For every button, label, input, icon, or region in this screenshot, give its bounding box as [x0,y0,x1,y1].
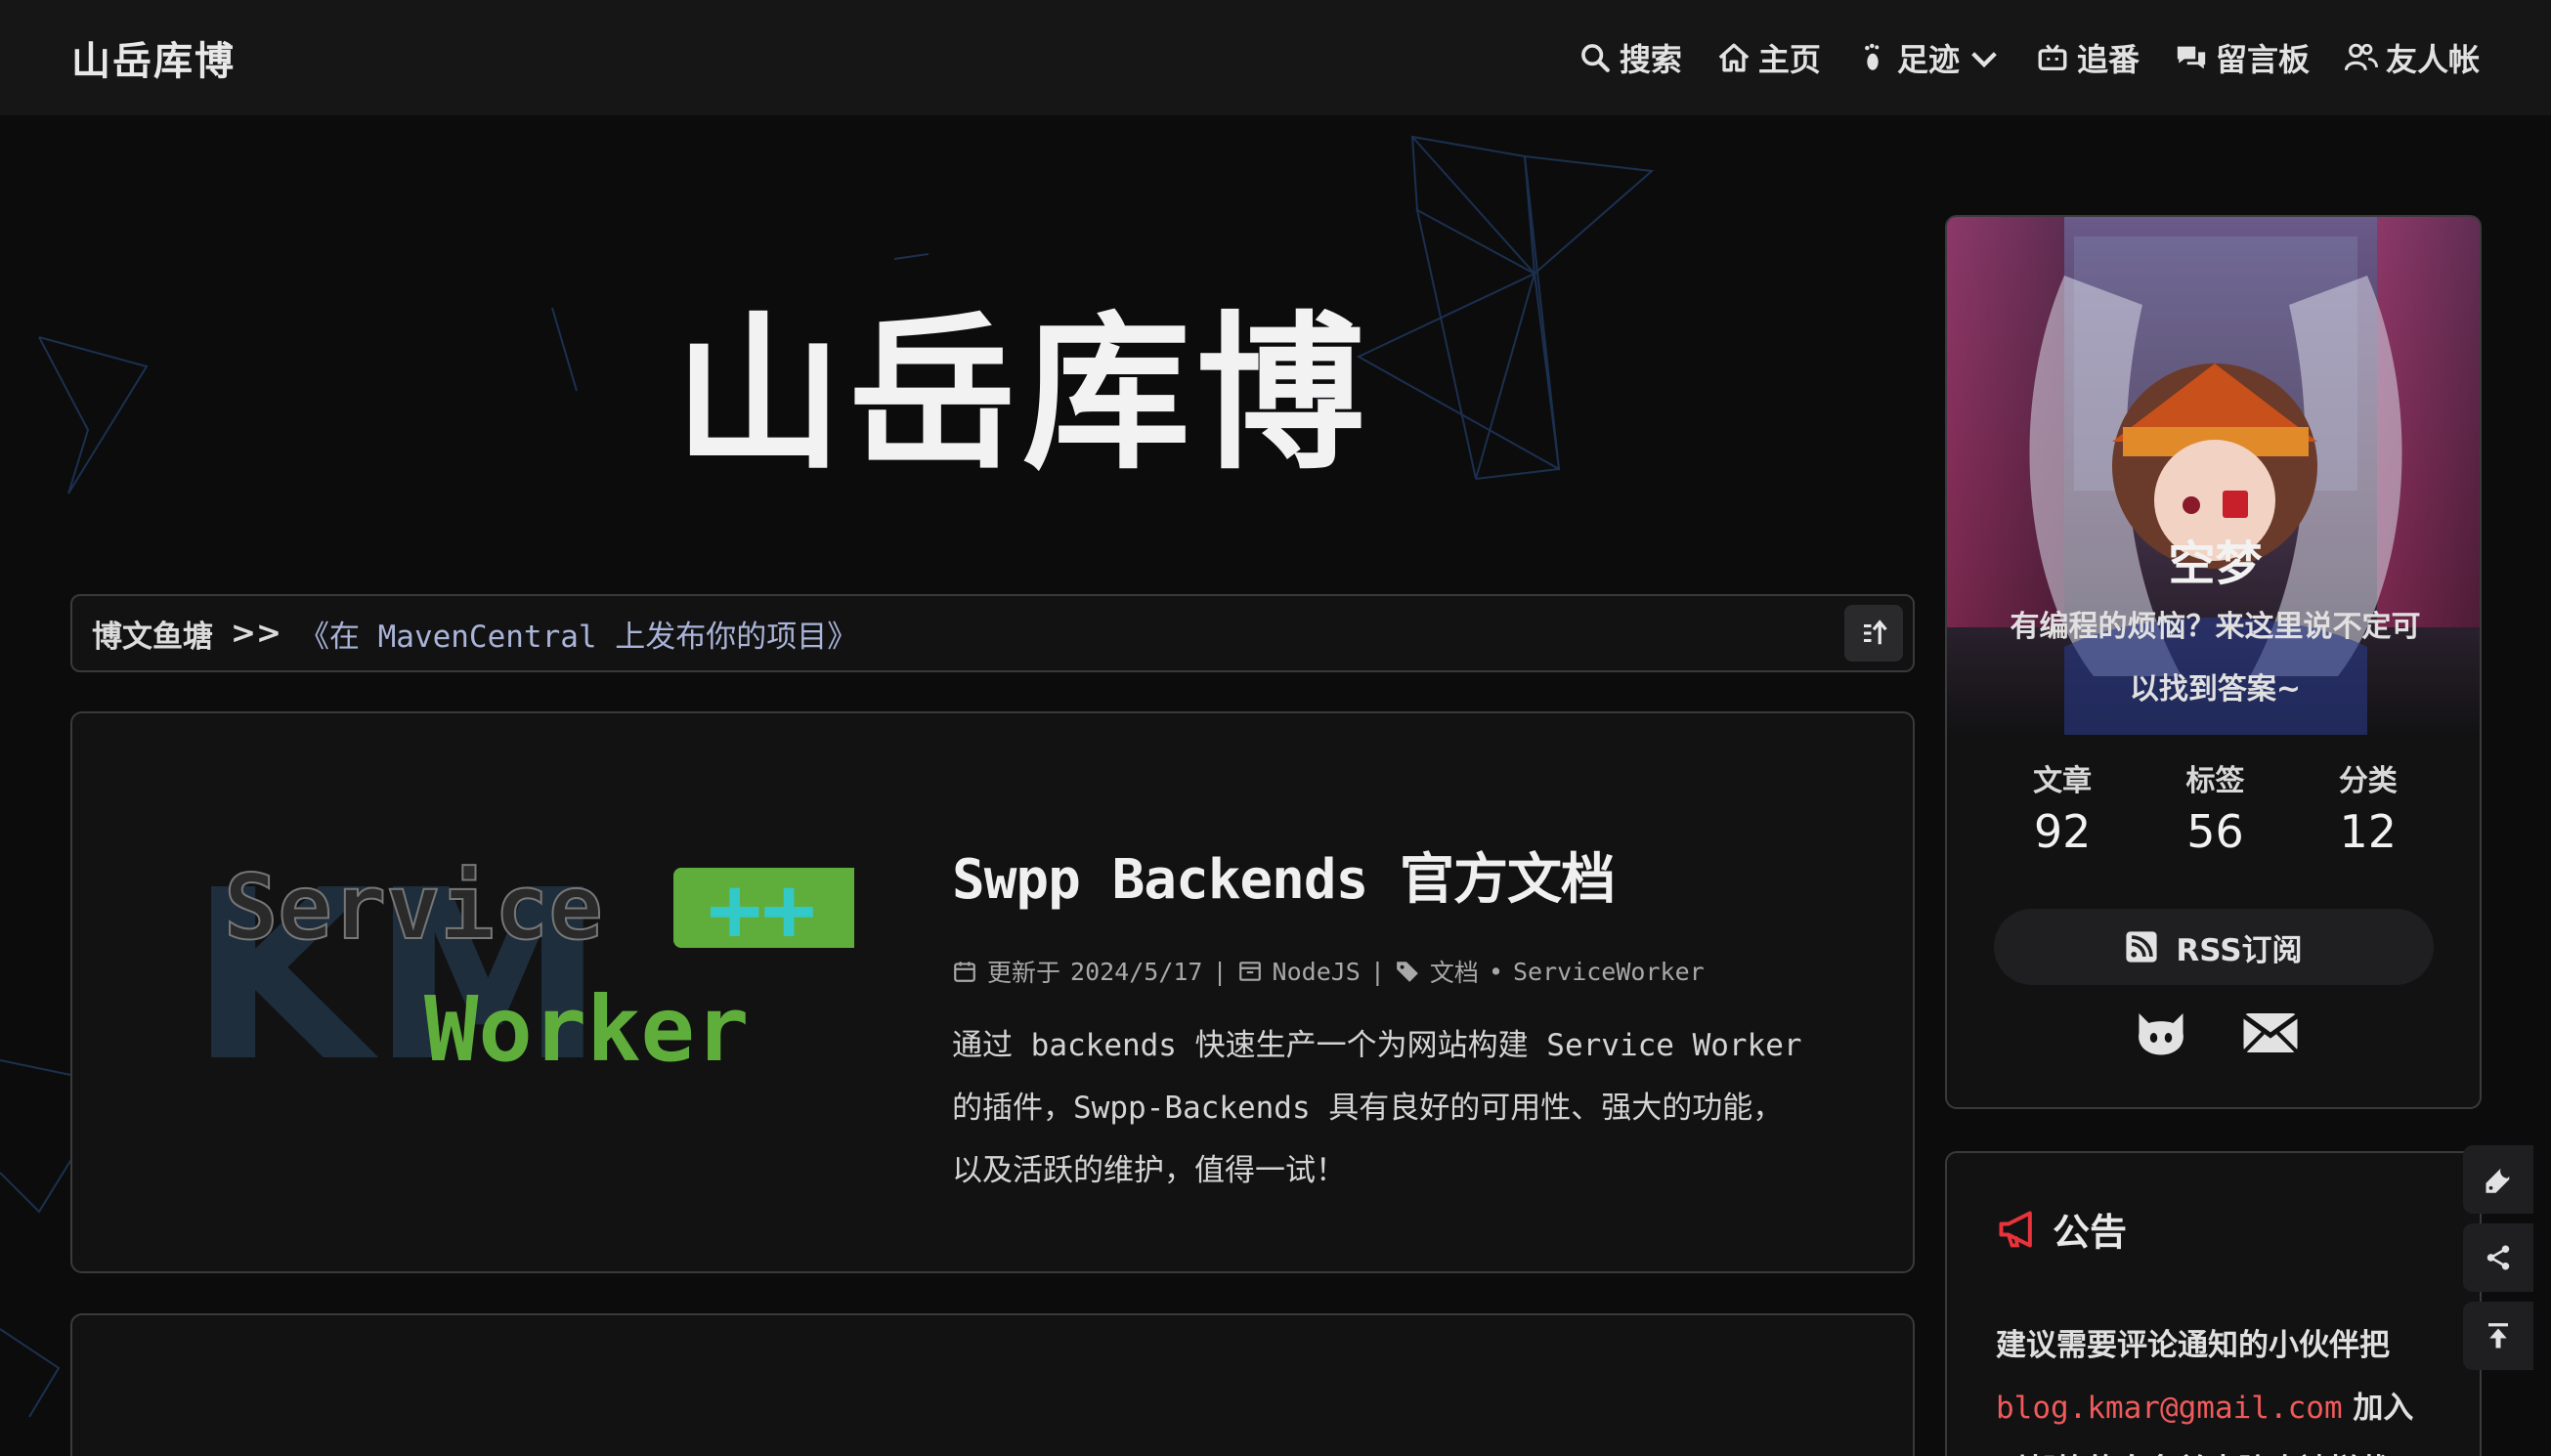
announcement-title: 公告 [2053,1211,2128,1254]
megaphone-icon [1999,1210,2032,1248]
post-tag[interactable]: 文档 [1430,954,1479,989]
post-meta: 更新于 2024/5/17 | NodeJS | 文档 • ServiceWor… [952,954,1890,989]
hero-title: 山岳库博 [674,296,1370,492]
announcement-suffix: 加入 [2342,1391,2414,1426]
stat-label: 分类 [2338,764,2398,798]
post-category[interactable]: NodeJS [1273,958,1361,986]
home-icon [1718,43,1750,72]
post-description: 通过 backends 快速生产一个为网站构建 Service Worker 的… [952,1014,1890,1202]
github-icon[interactable] [2132,1004,2190,1062]
cover-badge-text: ++ [708,857,816,962]
post-description-line: 的插件，Swpp-Backends 具有良好的可用性、强大的功能， [952,1091,1784,1126]
breadcrumb-separator: >> [231,616,281,651]
author-bio-line: 以找到答案~ [2129,672,2302,707]
breadcrumb-toggle-button[interactable] [1844,605,1903,662]
post-card[interactable] [70,1313,1915,1456]
stat-value: 92 [2033,805,2092,858]
breadcrumb-site[interactable]: 博文鱼塘 [92,612,213,656]
back-to-top-icon [2488,1323,2508,1349]
nav-item-label: 追番 [2076,41,2140,78]
profile-card: 空梦 有编程的烦恼？来这里说不定可 以找到答案~ 文章 92 标签 56 分类 … [1945,215,2482,1109]
nav-item-label: 足迹 [1896,41,1960,78]
announcement-header: 公告 [1996,1202,2127,1256]
back-to-top-button[interactable] [2463,1302,2533,1370]
post-card[interactable]: KM Service ++ Worker Swpp Backends 官方文档 … [70,711,1915,1273]
breadcrumb: 博文鱼塘 >> 《在 MavenCentral 上发布你的项目》 [70,594,1915,672]
rss-label: RSS订阅 [2176,932,2303,968]
stat-value: 12 [2339,805,2398,858]
share-button[interactable] [2463,1223,2533,1292]
announcement-line: blog.kmar@gmail.com 加入 [1996,1377,2455,1439]
tv-icon [2038,44,2067,71]
tag-dot: • [1488,957,1503,986]
post-title[interactable]: Swpp Backends 官方文档 [952,835,1890,915]
cover-bottom-text: Worker [424,977,749,1082]
post-body: Swpp Backends 官方文档 更新于 2024/5/17 | NodeJ… [952,835,1890,1202]
stat-label: 文章 [2033,764,2093,798]
rss-subscribe-button[interactable]: RSS订阅 [1994,909,2434,985]
search-icon [1581,44,1610,72]
nav-item-anime[interactable]: 追番 [2036,35,2140,80]
users-icon [2344,43,2378,71]
nav-item-guestbook[interactable]: 留言板 [2175,35,2310,80]
announcement-card: 公告 建议需要评论通知的小伙伴把 blog.kmar@gmail.com 加入 … [1945,1151,2482,1456]
nav-item-label: 留言板 [2215,41,2310,78]
announcement-text: 建议需要评论通知的小伙伴把 blog.kmar@gmail.com 加入 到邮箱… [1996,1314,2455,1456]
nav-item-label: 主页 [1757,41,1821,78]
nav-item-label: 搜索 [1619,41,1682,78]
nav-item-search[interactable]: 搜索 [1578,35,1682,80]
top-navbar: 山岳库博 搜索 主页 足迹 追番 留言板 友人帐 [0,0,2551,115]
breadcrumb-post-link[interactable]: 《在 MavenCentral 上发布你的项目》 [299,612,857,656]
stat-tags[interactable]: 标签 56 [2156,756,2273,858]
author-name: 空梦 [2168,536,2263,591]
calendar-icon [954,962,975,982]
stat-label: 标签 [2185,764,2245,798]
footprint-icon [1865,43,1880,70]
archive-icon [1238,962,1261,981]
meta-divider: | [1212,957,1228,986]
nav-item-home[interactable]: 主页 [1717,35,1821,80]
comments-icon [2177,46,2206,69]
sort-up-icon [1864,620,1887,645]
announcement-line: 到邮箱的白名单中防止被拦截 [1996,1439,2455,1456]
announcement-line: 建议需要评论通知的小伙伴把 [1996,1328,2390,1363]
nav-item-friends[interactable]: 友人帐 [2344,35,2480,80]
post-date: 2024/5/17 [1070,957,1203,986]
cover-top-text: Service [224,855,603,960]
announcement-email[interactable]: blog.kmar@gmail.com [1996,1391,2343,1426]
meta-divider: | [1369,957,1385,986]
settings-button[interactable] [2463,1145,2533,1214]
nav-item-footprint[interactable]: 足迹 [1856,35,2001,80]
main-menu: 搜索 主页 足迹 追番 留言板 友人帐 [1578,35,2480,80]
post-tag[interactable]: ServiceWorker [1513,958,1705,986]
floating-toolbar [2463,1145,2533,1370]
author-bio-line: 有编程的烦恼？来这里说不定可 [2010,610,2421,644]
nav-item-label: 友人帐 [2385,41,2480,78]
tag-icon [1397,962,1418,982]
post-description-line: 通过 backends 快速生产一个为网站构建 Service Worker [952,1028,1802,1063]
share-icon [2486,1245,2510,1270]
wrench-icon [2486,1168,2510,1193]
chevron-down-icon [1971,52,1997,68]
site-brand[interactable]: 山岳库博 [71,29,236,86]
author-bio: 有编程的烦恼？来这里说不定可 以找到答案~ [1986,596,2444,721]
post-description-line: 以及活跃的维护，值得一试！ [952,1153,1346,1188]
stat-articles[interactable]: 文章 92 [2004,756,2121,858]
rss-icon [2126,931,2158,963]
site-stats: 文章 92 标签 56 分类 12 [1986,756,2444,858]
stat-value: 56 [2186,805,2244,858]
mail-icon[interactable] [2241,1004,2300,1062]
stat-categories[interactable]: 分类 12 [2310,756,2427,858]
social-links [1947,1004,2480,1062]
updated-label: 更新于 [987,959,1061,987]
post-cover-image[interactable]: KM Service ++ Worker [151,831,854,1153]
